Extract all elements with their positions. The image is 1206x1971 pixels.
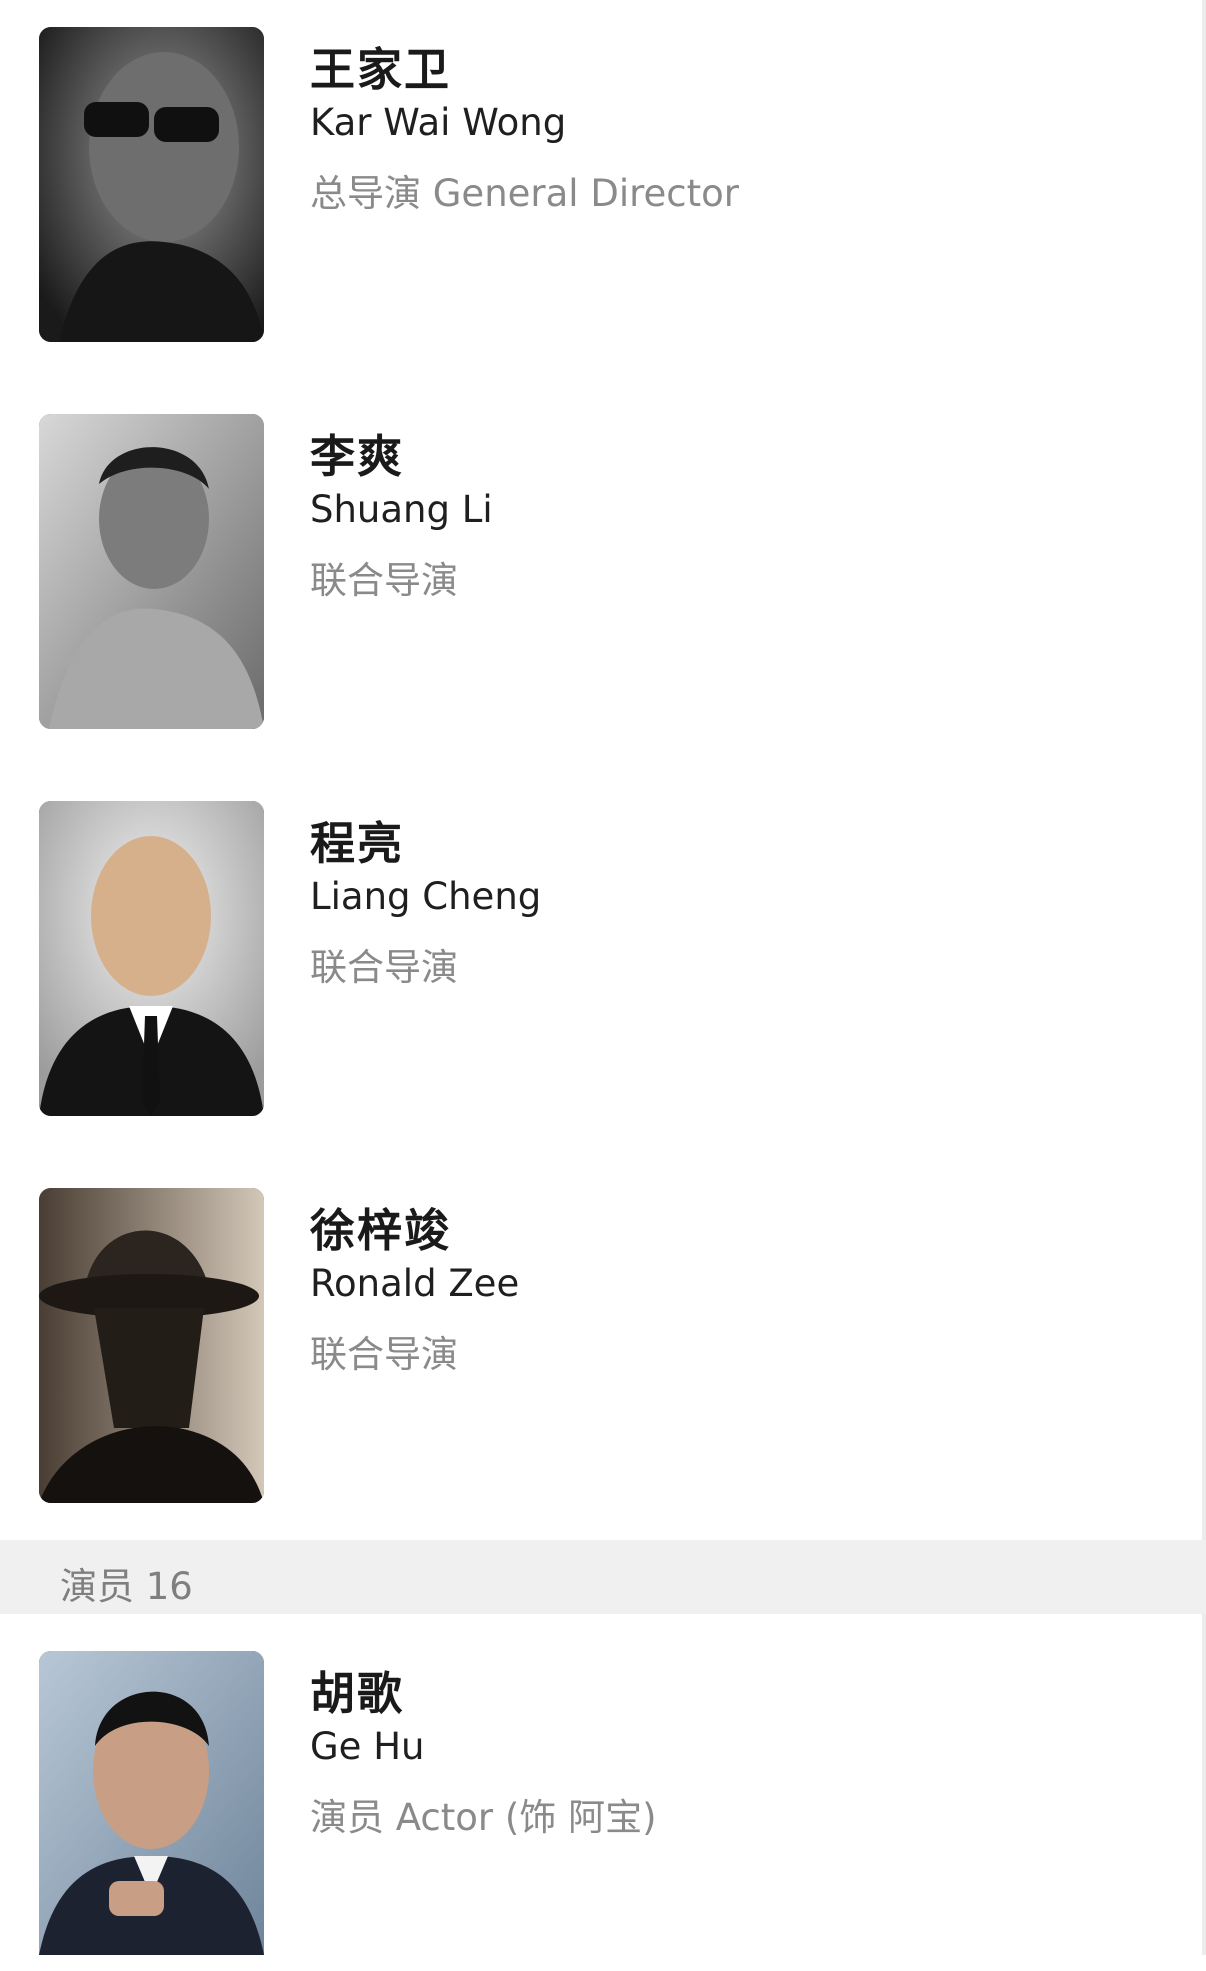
- portrait-photo: [39, 27, 264, 342]
- crew-item[interactable]: 李爽 Shuang Li 联合导演: [0, 414, 1206, 734]
- person-role: 联合导演: [310, 559, 458, 602]
- portrait-photo: [39, 414, 264, 729]
- portrait-actor-image: [39, 1651, 264, 1955]
- cast-section-header: 演员 16: [0, 1540, 1206, 1614]
- portrait-sunglasses-image: [39, 27, 264, 342]
- portrait-hat-image: [39, 1188, 264, 1503]
- person-name-zh: 王家卫: [310, 43, 452, 96]
- cast-section-label: 演员 16: [60, 1565, 193, 1608]
- person-role: 演员 Actor (饰 阿宝): [310, 1796, 657, 1839]
- portrait-photo: [39, 1188, 264, 1503]
- cast-item[interactable]: 胡歌 Ge Hu 演员 Actor (饰 阿宝): [0, 1651, 1206, 1971]
- person-name-en: Ronald Zee: [310, 1262, 520, 1305]
- crew-item[interactable]: 程亮 Liang Cheng 联合导演: [0, 801, 1206, 1121]
- person-name-en: Liang Cheng: [310, 875, 542, 918]
- portrait-suit-image: [39, 801, 264, 1116]
- person-name-en: Shuang Li: [310, 488, 493, 531]
- portrait-hoodie-image: [39, 414, 264, 729]
- person-name-zh: 胡歌: [310, 1667, 405, 1720]
- person-name-en: Ge Hu: [310, 1725, 425, 1768]
- person-name-en: Kar Wai Wong: [310, 101, 567, 144]
- person-name-zh: 李爽: [310, 430, 405, 483]
- person-role: 总导演 General Director: [310, 172, 739, 215]
- crew-item[interactable]: 徐梓竣 Ronald Zee 联合导演: [0, 1188, 1206, 1508]
- portrait-photo: [39, 801, 264, 1116]
- person-name-zh: 程亮: [310, 817, 405, 870]
- portrait-photo: [39, 1651, 264, 1955]
- crew-item[interactable]: 王家卫 Kar Wai Wong 总导演 General Director: [0, 27, 1206, 347]
- person-name-zh: 徐梓竣: [310, 1204, 452, 1257]
- person-role: 联合导演: [310, 946, 458, 989]
- person-role: 联合导演: [310, 1333, 458, 1376]
